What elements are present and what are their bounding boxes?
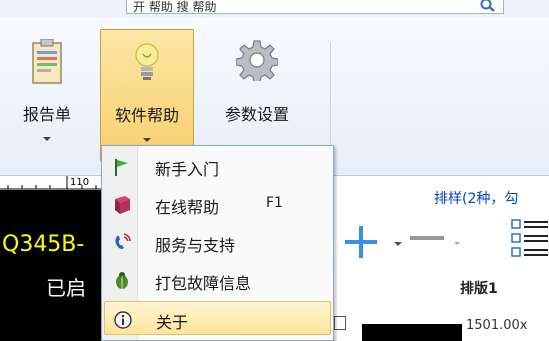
black-bar	[362, 324, 462, 341]
menu-item-label: 关于	[156, 313, 189, 332]
menu-item-label: 打包故障信息	[155, 274, 252, 293]
status-text: 已启	[46, 276, 86, 300]
menu-item-online-help[interactable]: 在线帮助 F1	[104, 187, 331, 221]
part-code-text: Q345B-	[2, 232, 85, 257]
gear-icon	[235, 39, 279, 85]
settings-button-label: 参数设置	[224, 105, 289, 124]
chevron-down-icon[interactable]	[394, 242, 402, 246]
menu-item-shortcut: F1	[266, 195, 283, 211]
zoom-in-icon[interactable]	[342, 222, 382, 266]
settings-button[interactable]: 参数设置	[210, 29, 304, 162]
drawing-canvas[interactable]: Q345B- 已启	[0, 190, 110, 341]
menu-item-label: 在线帮助	[155, 198, 220, 217]
list-view-icon[interactable]	[510, 216, 549, 268]
layout-title[interactable]: 排样(2种，勾	[434, 188, 518, 208]
software-help-button[interactable]: 软件帮助	[100, 29, 194, 162]
report-button[interactable]: 报告单	[0, 29, 94, 162]
menu-item-support[interactable]: 服务与支持	[104, 225, 331, 259]
bug-icon	[112, 271, 132, 291]
report-button-label: 报告单	[22, 105, 71, 124]
menu-item-getting-started[interactable]: 新手入门	[104, 149, 331, 183]
layout-label: 排版1	[460, 281, 498, 297]
chevron-down-icon	[43, 137, 51, 141]
support-phone-icon	[112, 233, 132, 253]
layout-panel: 排样(2种，勾 排版1 1501.00x	[334, 176, 549, 341]
checkbox[interactable]	[334, 316, 346, 330]
search-icon	[480, 0, 495, 12]
help-dropdown-menu: 新手入门 在线帮助 F1 服务与支持 打包故障信息 关于	[101, 145, 334, 341]
lightbulb-icon	[132, 40, 162, 90]
zoom-out-icon[interactable]	[410, 236, 444, 240]
software-help-button-label: 软件帮助	[114, 106, 179, 125]
menu-item-label: 服务与支持	[155, 236, 236, 255]
chevron-down-icon	[143, 138, 151, 142]
chevron-down-icon[interactable]	[454, 242, 460, 245]
menu-item-label: 新手入门	[155, 160, 220, 179]
layout-value: 1501.00x	[466, 318, 528, 333]
info-icon	[113, 310, 133, 330]
search-text: 开 帮助 搜 帮助	[133, 0, 217, 14]
ruler-mark: 110	[70, 177, 90, 188]
help-book-icon	[112, 195, 132, 215]
clipboard-report-icon	[32, 38, 62, 89]
search-input[interactable]: 开 帮助 搜 帮助	[126, 0, 504, 14]
menu-item-package-error-info[interactable]: 打包故障信息	[104, 263, 331, 297]
green-flag-icon	[112, 157, 132, 177]
search-button[interactable]	[472, 0, 504, 14]
ruler: 110	[0, 176, 110, 190]
menu-item-about[interactable]: 关于	[104, 301, 331, 335]
